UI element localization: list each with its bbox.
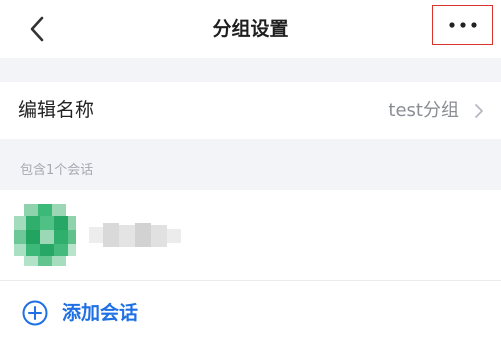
header-bar: 分组设置 xyxy=(0,0,501,58)
edit-name-label: 编辑名称 xyxy=(18,99,95,121)
member-name-blurred xyxy=(89,223,181,247)
plus-circle-icon xyxy=(22,300,48,326)
more-options-button[interactable] xyxy=(432,5,493,45)
list-item[interactable] xyxy=(0,190,501,280)
page-title: 分组设置 xyxy=(212,18,289,40)
avatar xyxy=(14,204,76,266)
chevron-right-icon xyxy=(475,104,483,118)
add-conversation-button[interactable]: 添加会话 xyxy=(0,281,501,345)
more-horizontal-icon xyxy=(448,22,477,28)
group-settings-screen: 分组设置 编辑名称 test分组 包含1个会话 添加会话 xyxy=(0,0,501,345)
section-separator xyxy=(0,58,501,82)
chevron-left-icon xyxy=(30,16,44,42)
member-count-label: 包含1个会话 xyxy=(20,163,94,178)
add-conversation-label: 添加会话 xyxy=(62,302,139,324)
group-name-value: test分组 xyxy=(388,100,459,121)
back-button[interactable] xyxy=(20,12,54,46)
edit-group-name-row[interactable]: 编辑名称 test分组 xyxy=(0,82,501,139)
